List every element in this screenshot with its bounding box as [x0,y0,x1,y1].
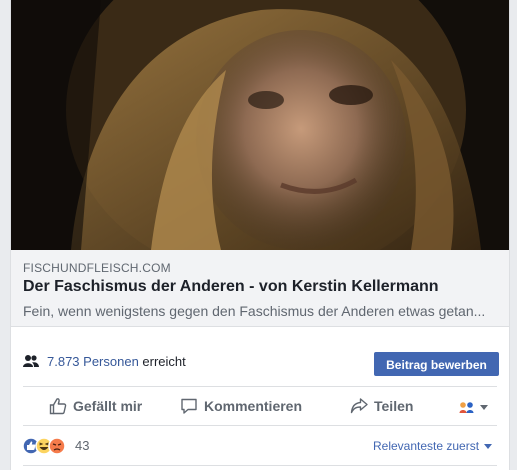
chevron-down-icon [484,443,493,449]
reach-suffix: erreicht [142,354,186,369]
reach-text: 7.873 Personen erreicht [47,354,186,369]
link-domain: FISCHUNDFLEISCH.COM [23,261,171,275]
share-button[interactable]: Teilen [350,394,413,418]
sort-label: Relevanteste zuerst [373,439,480,453]
link-description: Fein, wenn wenigstens gegen den Faschism… [23,303,486,319]
reach-count-link[interactable]: 7.873 Personen [47,354,139,369]
people-icon [23,355,39,367]
reactions-row: 43 Relevanteste zuerst [11,428,509,462]
like-label: Gefällt mir [73,398,143,414]
audience-selector[interactable] [459,399,495,415]
link-preview-image[interactable] [11,0,509,250]
like-button[interactable]: Gefällt mir [49,394,142,418]
reaction-count[interactable]: 43 [75,438,89,453]
reach-row: 7.873 Personen erreicht Beitrag bewerben [11,340,509,386]
action-bar: Gefällt mir Kommentieren Teilen [11,388,509,424]
chevron-down-icon [480,404,488,410]
share-icon [350,398,368,414]
comment-sort-dropdown[interactable]: Relevanteste zuerst [373,439,493,453]
comment-label: Kommentieren [204,398,303,414]
angry-reaction-icon [48,437,66,455]
portrait-illustration [11,0,509,250]
reaction-icons[interactable] [22,437,78,455]
post-card: FISCHUNDFLEISCH.COM Der Faschismus der A… [10,0,510,470]
thumbs-up-icon [49,398,67,415]
share-label: Teilen [374,398,414,414]
audience-selector-icon [459,402,474,413]
comment-button[interactable]: Kommentieren [180,394,302,418]
link-preview-meta[interactable]: FISCHUNDFLEISCH.COM Der Faschismus der A… [11,250,509,327]
comment-icon [181,398,197,414]
boost-post-button[interactable]: Beitrag bewerben [374,352,499,376]
divider [23,425,497,426]
divider [23,465,497,466]
divider [23,386,497,387]
link-title[interactable]: Der Faschismus der Anderen - von Kerstin… [23,278,439,296]
